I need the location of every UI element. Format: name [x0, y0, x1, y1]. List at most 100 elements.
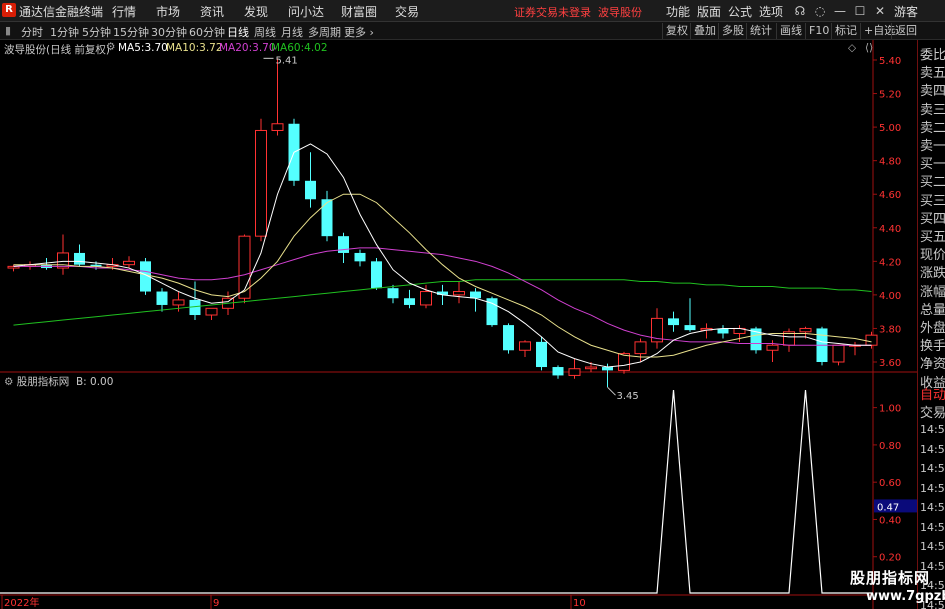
- side-item: 卖五: [920, 66, 945, 82]
- candle-body-down: [354, 252, 366, 262]
- candle-body-up: [585, 366, 597, 370]
- candle-body-down: [536, 341, 547, 368]
- settings-gear-icon[interactable]: ⚙: [106, 41, 115, 53]
- candle-body-down: [503, 325, 514, 351]
- app-title: 通达信金融终端: [19, 5, 104, 19]
- period-tab-weekly[interactable]: 周线: [254, 24, 276, 40]
- period-tab-30min[interactable]: 30分钟: [151, 24, 187, 40]
- main-chart-title: 波导股份(日线 前复权): [4, 44, 111, 56]
- menu-item-function[interactable]: 功能: [666, 3, 690, 20]
- period-tab-more[interactable]: 更多 ›: [344, 24, 374, 40]
- quote-side-panel: 委比 卖五 卖四 卖三 卖二 卖一 买一 买二 买三 买四 买五 现价 涨跌 涨幅 总量 外盘 换手 净资 收益 自动…: [917, 40, 945, 609]
- app-logo-icon: R: [2, 3, 16, 17]
- tick-time: 14:56: [920, 481, 945, 495]
- watermark: 股朋指标网 www.7gpzb.com: [836, 565, 945, 609]
- diamond-icon[interactable]: ◇: [848, 42, 856, 54]
- skin-icon[interactable]: ◌: [810, 2, 830, 20]
- side-item: 涨幅: [920, 284, 945, 300]
- tick-time: 14:56: [920, 520, 945, 534]
- side-item: 委比: [920, 48, 945, 63]
- adjust-button[interactable]: 复权: [662, 23, 691, 39]
- indicator-b-line: [0, 389, 873, 594]
- auto-trade-toggle[interactable]: 自动: [920, 384, 945, 403]
- tick-time: 14:56: [920, 462, 945, 475]
- y-tick-label: 3.80: [879, 324, 901, 335]
- period-tab-daily[interactable]: 日线: [227, 24, 249, 40]
- side-item: 买二: [920, 175, 945, 191]
- period-tab-intraday[interactable]: 分时: [21, 24, 43, 40]
- candle-body-down: [321, 199, 333, 237]
- side-item: 买三: [920, 193, 945, 209]
- candle-body-up: [420, 291, 432, 306]
- side-item: 买一: [920, 157, 945, 173]
- mark-button[interactable]: 标记: [831, 23, 860, 39]
- candle-body-down: [371, 261, 382, 289]
- period-tab-5min[interactable]: 5分钟: [82, 24, 111, 40]
- side-item: 总量: [920, 302, 945, 318]
- overlay-button[interactable]: 叠加: [690, 23, 719, 39]
- period-tab-1min[interactable]: 1分钟: [50, 24, 79, 40]
- candle-body-up: [123, 260, 135, 266]
- close-icon[interactable]: ✕: [870, 2, 890, 20]
- menu-bar: R 通达信金融终端 行情 市场 资讯 发现 问小达 财富圈 交易 证券交易未登录…: [0, 0, 945, 22]
- collapse-icon[interactable]: ⟨⟩: [865, 42, 873, 54]
- sub-chart-legend: ⚙ 股朋指标网 B: 0.00: [4, 376, 114, 388]
- multi-stock-button[interactable]: 多股: [718, 23, 747, 39]
- toolbar-toggle-icon[interactable]: ▮: [5, 24, 11, 37]
- candle-body-up: [519, 341, 531, 351]
- candle-body-up: [568, 368, 581, 376]
- menu-item-market[interactable]: 市场: [156, 3, 180, 20]
- menu-item-layout[interactable]: 版面: [697, 3, 721, 20]
- y-tick-label: 3.60: [879, 358, 901, 369]
- trade-login-warning[interactable]: 证券交易未登录 波导股份: [514, 4, 642, 20]
- period-tab-60min[interactable]: 60分钟: [189, 24, 225, 40]
- support-icon[interactable]: ☊: [790, 2, 810, 20]
- trade-label: 交易: [920, 406, 945, 421]
- sub-chart-settings-icon[interactable]: ⚙: [4, 376, 13, 388]
- menu-item-formula[interactable]: 公式: [728, 3, 752, 20]
- x-tick-label: 10: [573, 598, 586, 609]
- side-item: 外盘: [920, 321, 945, 336]
- candle-body-down: [305, 180, 316, 200]
- back-button[interactable]: 返回: [891, 23, 920, 39]
- y-tick-label: 4.20: [879, 257, 901, 268]
- menu-item-quotes[interactable]: 行情: [112, 3, 136, 20]
- kline-chart-svg[interactable]: 5.40 5.20 5.00 4.80 4.60 4.40 4.20 4.00 3.80 3.60…: [0, 40, 917, 609]
- guest-label[interactable]: 游客: [894, 3, 918, 20]
- maximize-icon[interactable]: ☐: [850, 2, 870, 20]
- sub-y-tick-label: 0.40: [879, 515, 901, 526]
- menu-item-trade[interactable]: 交易: [395, 3, 419, 20]
- menu-item-options[interactable]: 选项: [759, 3, 783, 20]
- y-tick-label: 5.20: [879, 90, 901, 101]
- candle-body-down: [684, 325, 696, 331]
- menu-item-news[interactable]: 资讯: [200, 3, 224, 20]
- candle-body-up: [271, 123, 284, 131]
- candle-body-down: [387, 288, 399, 299]
- menu-item-discover[interactable]: 发现: [244, 3, 268, 20]
- sub-y-tick-label: 1.00: [879, 404, 901, 415]
- candle-body-up: [799, 327, 812, 333]
- f10-button[interactable]: F10: [805, 23, 832, 39]
- candle-body-up: [766, 344, 779, 351]
- statistics-button[interactable]: 统计: [746, 23, 775, 39]
- chart-area[interactable]: 5.40 5.20 5.00 4.80 4.60 4.40 4.20 4.00 3.80 3.60…: [0, 40, 917, 609]
- candle-body-up: [172, 299, 185, 306]
- period-tab-multi[interactable]: 多周期: [308, 24, 341, 40]
- y-tick-label: 4.80: [879, 157, 901, 168]
- candle-body-up: [205, 307, 218, 316]
- menu-item-wealth[interactable]: 财富圈: [341, 3, 377, 20]
- minimize-icon[interactable]: —: [830, 2, 850, 20]
- period-tab-monthly[interactable]: 月线: [281, 24, 303, 40]
- ma20-legend: MA20:3.70: [219, 42, 276, 54]
- candle-body-down: [404, 298, 415, 305]
- candle-body-down: [552, 367, 564, 376]
- candle-body-up: [453, 291, 465, 296]
- menu-item-ask[interactable]: 问小达: [288, 3, 324, 20]
- y-tick-label: 4.40: [879, 224, 901, 235]
- candle-body-down: [668, 318, 679, 326]
- draw-line-button[interactable]: 画线: [776, 23, 805, 39]
- period-tab-15min[interactable]: 15分钟: [113, 24, 149, 40]
- side-item: 卖三: [920, 102, 945, 118]
- tick-time: 14:56: [920, 501, 945, 514]
- candle-body-up: [634, 341, 647, 355]
